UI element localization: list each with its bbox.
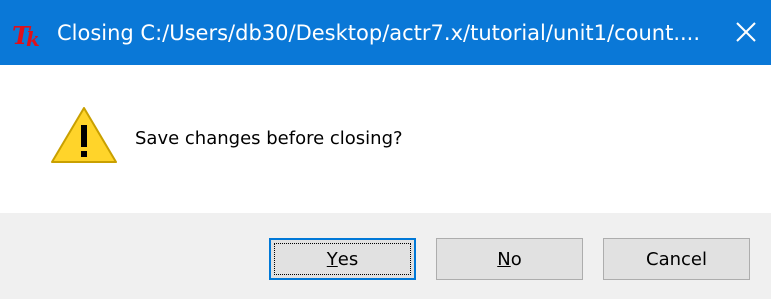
tk-feather-icon: T k: [12, 21, 40, 50]
cancel-button[interactable]: Cancel: [603, 238, 750, 280]
title-bar[interactable]: T k Closing C:/Users/db30/Desktop/actr7.…: [0, 0, 771, 65]
warning-icon: [51, 107, 117, 163]
no-label-rest: o: [510, 248, 522, 270]
window-title: Closing C:/Users/db30/Desktop/actr7.x/tu…: [57, 21, 701, 45]
dialog-window: T k Closing C:/Users/db30/Desktop/actr7.…: [0, 0, 771, 299]
no-mnemonic: N: [497, 248, 511, 270]
focus-rectangle: [274, 243, 411, 275]
yes-button[interactable]: Yes: [269, 238, 416, 280]
no-button[interactable]: No: [436, 238, 583, 280]
close-button[interactable]: [724, 10, 768, 54]
button-bar: Yes No Cancel: [0, 213, 771, 299]
cancel-label: Cancel: [646, 248, 707, 270]
close-icon: [736, 22, 756, 42]
dialog-content: Save changes before closing?: [0, 65, 771, 213]
svg-text:k: k: [26, 27, 40, 50]
dialog-message: Save changes before closing?: [135, 128, 403, 149]
